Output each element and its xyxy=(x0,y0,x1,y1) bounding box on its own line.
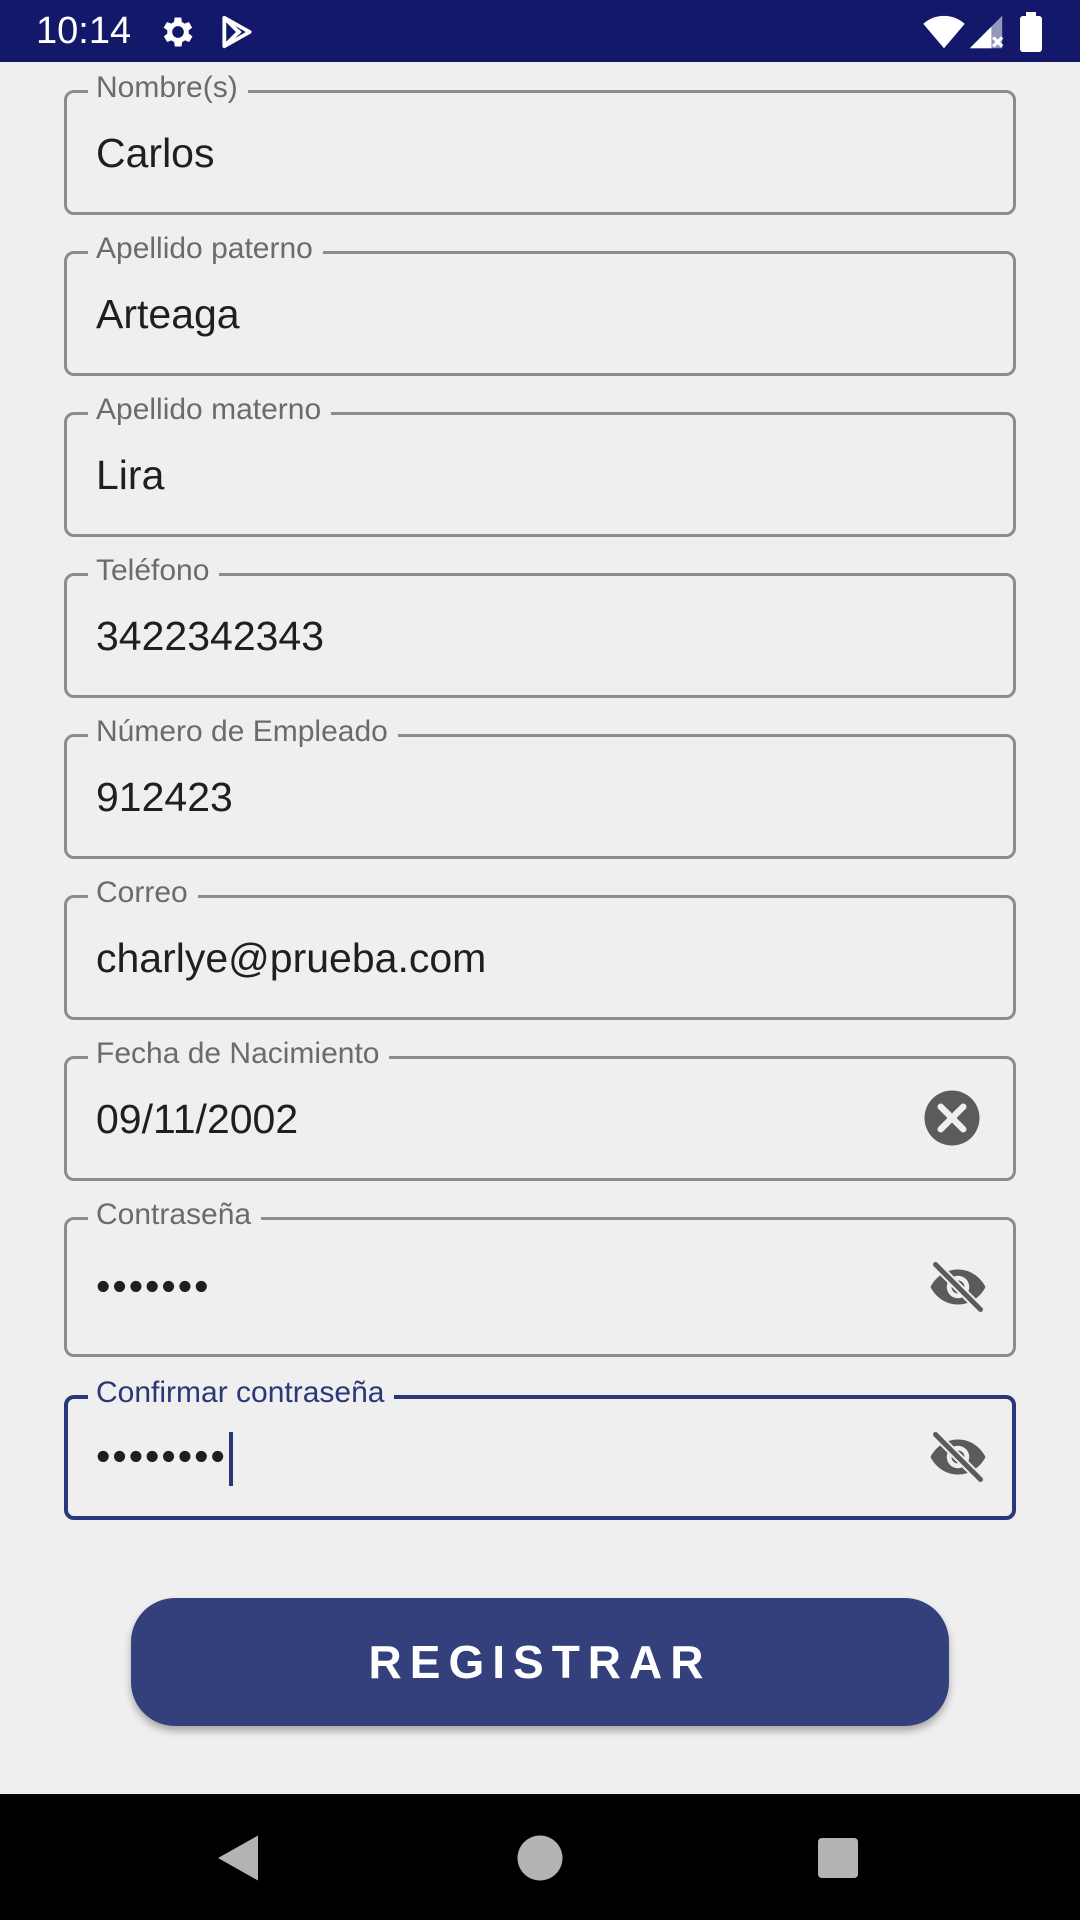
correo-field-label: Correo xyxy=(88,873,198,913)
apellido-paterno-field-value: Arteaga xyxy=(96,291,240,337)
home-icon[interactable] xyxy=(510,1828,570,1888)
contrasena-field[interactable]: Contraseña ••••••• xyxy=(64,1195,1016,1357)
status-time: 10:14 xyxy=(36,10,132,52)
apellido-paterno-field-label: Apellido paterno xyxy=(88,229,323,269)
apellido-materno-field-outline xyxy=(64,412,1016,537)
visibility-off-icon[interactable] xyxy=(928,1257,988,1317)
play-store-icon xyxy=(222,15,252,49)
telefono-field-value: 3422342343 xyxy=(96,613,325,659)
contrasena-field-label: Contraseña xyxy=(88,1195,262,1235)
cell-signal-icon xyxy=(969,15,1004,49)
visibility-off-icon[interactable] xyxy=(928,1427,988,1487)
back-icon[interactable] xyxy=(208,1828,268,1888)
battery-icon xyxy=(1020,12,1042,52)
telefono-field-label: Teléfono xyxy=(88,551,220,591)
nombre-field-label: Nombre(s) xyxy=(88,68,248,108)
text-cursor xyxy=(228,1432,233,1487)
apellido-materno-field[interactable]: Apellido materno Lira xyxy=(64,390,1016,537)
confirmar-contrasena-field-value: •••••••• xyxy=(96,1433,227,1479)
telefono-field[interactable]: Teléfono 3422342343 xyxy=(64,551,1016,698)
numero-empleado-field-label: Número de Empleado xyxy=(88,712,398,752)
numero-empleado-field[interactable]: Número de Empleado 912423 xyxy=(64,712,1016,859)
settings-icon xyxy=(163,17,193,47)
confirmar-contrasena-field[interactable]: Confirmar contraseña •••••••• xyxy=(64,1373,1016,1520)
nombre-field[interactable]: Nombre(s) Carlos xyxy=(64,68,1016,215)
confirmar-contrasena-field-label: Confirmar contraseña xyxy=(88,1373,395,1413)
apellido-materno-field-label: Apellido materno xyxy=(88,390,332,430)
contrasena-field-value: ••••••• xyxy=(96,1263,211,1309)
correo-field[interactable]: Correo charlye@prueba.com xyxy=(64,873,1016,1020)
register-button[interactable]: REGISTRAR xyxy=(131,1598,949,1726)
nav-bar xyxy=(0,1794,1080,1920)
wifi-icon xyxy=(923,15,965,49)
fecha-nacimiento-field-value: 09/11/2002 xyxy=(96,1096,299,1142)
nombre-field-value: Carlos xyxy=(96,130,215,176)
clear-icon[interactable] xyxy=(922,1088,982,1148)
correo-field-value: charlye@prueba.com xyxy=(96,935,487,981)
recents-icon[interactable] xyxy=(808,1828,868,1888)
status-bar: 10:14 xyxy=(0,0,1080,62)
fecha-nacimiento-field[interactable]: Fecha de Nacimiento 09/11/2002 xyxy=(64,1034,1016,1181)
apellido-paterno-field[interactable]: Apellido paterno Arteaga xyxy=(64,229,1016,376)
fecha-nacimiento-field-label: Fecha de Nacimiento xyxy=(88,1034,390,1074)
numero-empleado-field-value: 912423 xyxy=(96,774,233,820)
apellido-materno-field-value: Lira xyxy=(96,452,165,498)
